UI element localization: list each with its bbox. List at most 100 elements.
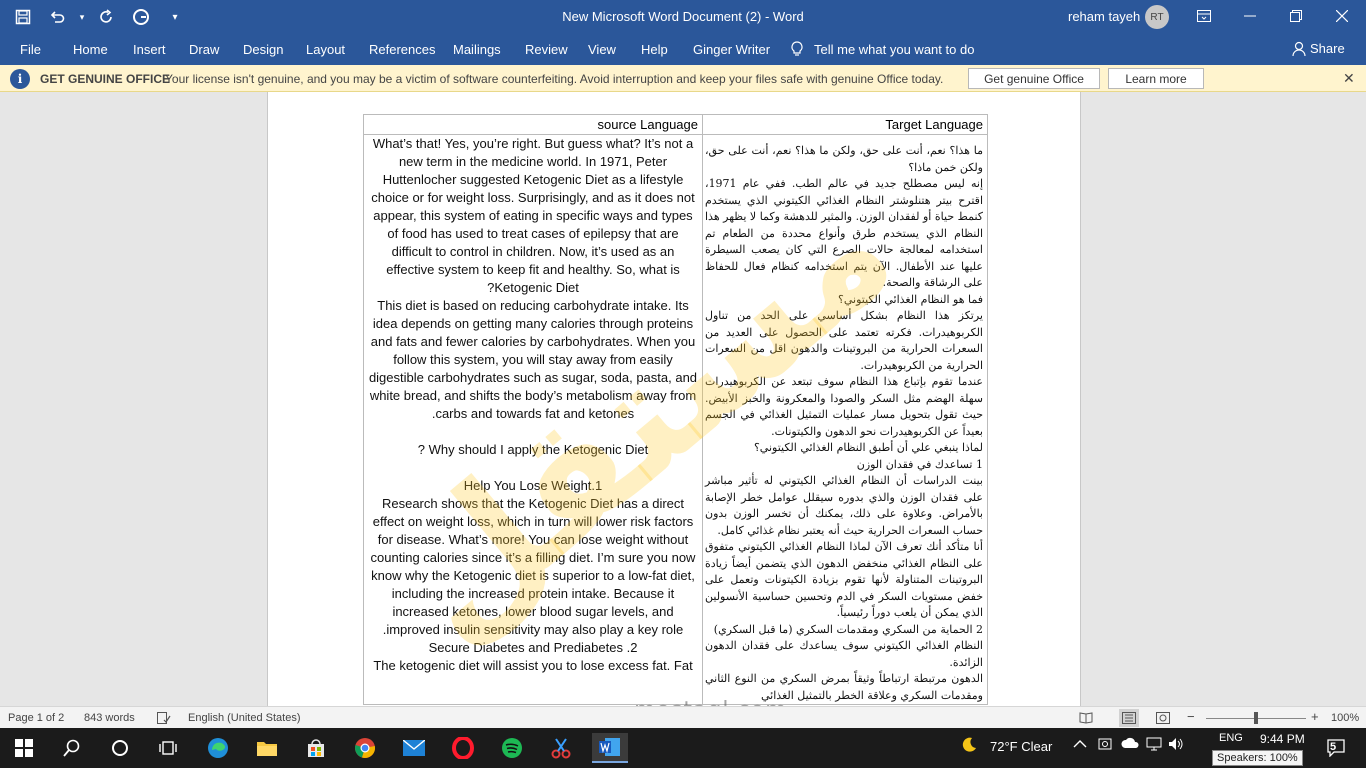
tab-draw[interactable]: Draw <box>189 42 219 57</box>
snipping-tool-icon[interactable] <box>543 733 579 763</box>
tab-insert[interactable]: Insert <box>133 42 166 57</box>
target-paragraph: النظام الغذائي الكيتوني سوف يساعدك على ف… <box>705 639 983 669</box>
source-paragraph: The ketogenic diet will assist you to lo… <box>373 658 693 673</box>
target-paragraph: ما هذا؟ نعم، أنت على حق، ولكن ما هذا؟ نع… <box>705 144 983 174</box>
clock-time[interactable]: 9:44 PM <box>1260 732 1305 746</box>
undo-dropdown-icon[interactable]: ▾ <box>76 2 88 32</box>
chrome-icon[interactable] <box>347 733 383 763</box>
share-button[interactable]: Share <box>1292 41 1345 56</box>
target-paragraph: إنه ليس مصطلح جديد في عالم الطب. ففي عام… <box>705 177 983 289</box>
infobar-message: Your license isn't genuine, and you may … <box>165 72 944 86</box>
proofing-icon[interactable] <box>157 712 171 727</box>
speaker-icon[interactable] <box>1168 736 1184 755</box>
tab-file[interactable]: File <box>20 42 41 57</box>
user-name[interactable]: reham tayeh <box>1068 9 1140 24</box>
tab-design[interactable]: Design <box>243 42 283 57</box>
document-page[interactable]: source Language Target Language What’s t… <box>267 92 1081 706</box>
zoom-level[interactable]: 100% <box>1331 712 1359 724</box>
target-paragraph: يرتكز هذا النظام بشكل أساسي على الحد من … <box>705 309 983 372</box>
network-icon[interactable] <box>1146 737 1162 754</box>
translation-table: source Language Target Language What’s t… <box>363 114 988 705</box>
share-label: Share <box>1310 41 1345 56</box>
source-paragraph <box>368 423 698 441</box>
header-source[interactable]: source Language <box>363 114 703 135</box>
weather-text[interactable]: 72°F Clear <box>990 739 1052 754</box>
task-view-icon[interactable] <box>150 733 186 763</box>
target-paragraph: لماذا ينبغي علي أن أطبق النظام الغذائي ا… <box>753 441 983 454</box>
notification-count: 5 <box>1330 741 1337 753</box>
microsoft-store-icon[interactable] <box>298 733 334 763</box>
page-count[interactable]: Page 1 of 2 <box>8 712 64 724</box>
opera-icon[interactable] <box>445 733 481 763</box>
input-language[interactable]: ENG <box>1219 732 1243 744</box>
learn-more-button[interactable]: Learn more <box>1108 68 1204 89</box>
tab-references[interactable]: References <box>369 42 435 57</box>
spotify-icon[interactable] <box>494 733 530 763</box>
source-heading: Secure Diabetes and Prediabetes .2 <box>428 640 638 655</box>
infobar-title: GET GENUINE OFFICE <box>40 72 171 86</box>
title-bar: ▾ ▾ New Microsoft Word Document (2) - Wo… <box>0 0 1366 34</box>
search-icon[interactable] <box>54 733 90 763</box>
source-paragraph <box>368 459 698 477</box>
notification-center-icon[interactable]: 5 <box>1318 733 1354 763</box>
read-mode-icon[interactable] <box>1079 712 1093 727</box>
tab-ginger-writer[interactable]: Ginger Writer <box>693 42 770 57</box>
close-icon[interactable] <box>1319 0 1365 32</box>
target-paragraph: أنا متأكد أنك تعرف الآن لماذا النظام الغ… <box>705 540 983 619</box>
target-paragraph: 1 تساعدك في فقدان الوزن <box>856 457 983 471</box>
zoom-slider-thumb[interactable] <box>1254 712 1258 724</box>
meet-now-icon[interactable] <box>1098 737 1112 754</box>
close-infobar-icon[interactable]: ✕ <box>1343 70 1355 87</box>
show-hidden-icons-icon[interactable] <box>1073 737 1087 752</box>
word-taskbar-icon[interactable] <box>592 733 628 763</box>
ribbon-tabs: File Home Insert Draw Design Layout Refe… <box>0 34 1366 65</box>
target-paragraph: فما هو النظام الغذائي الكيتوني؟ <box>838 292 983 306</box>
mail-icon[interactable] <box>396 733 432 763</box>
tab-mailings[interactable]: Mailings <box>453 42 501 57</box>
edge-icon[interactable] <box>200 733 236 763</box>
language-status[interactable]: English (United States) <box>188 712 301 724</box>
tell-me-text: Tell me what you want to do <box>814 41 975 57</box>
genuine-office-bar: i GET GENUINE OFFICE Your license isn't … <box>0 65 1366 92</box>
ginger-icon[interactable] <box>126 2 156 32</box>
customize-toolbar-icon[interactable]: ▾ <box>160 2 190 32</box>
print-layout-icon[interactable] <box>1119 709 1139 727</box>
get-genuine-office-button[interactable]: Get genuine Office <box>968 68 1100 89</box>
source-paragraph: This diet is based on reducing carbohydr… <box>368 298 698 421</box>
windows-start-icon[interactable] <box>6 733 42 763</box>
restore-icon[interactable] <box>1273 0 1319 32</box>
undo-icon[interactable] <box>42 2 72 32</box>
web-layout-icon[interactable] <box>1156 712 1170 727</box>
target-paragraph: الدهون مرتبطة ارتباطاً وثيقاً بمرض السكر… <box>705 672 983 702</box>
file-explorer-icon[interactable] <box>249 733 285 763</box>
quick-access-toolbar: ▾ ▾ <box>8 0 190 34</box>
onedrive-icon[interactable] <box>1121 737 1139 752</box>
save-icon[interactable] <box>8 2 38 32</box>
lightbulb-icon <box>791 41 803 56</box>
zoom-in-icon[interactable]: + <box>1311 709 1319 724</box>
tab-help[interactable]: Help <box>641 42 668 57</box>
moon-icon <box>960 736 978 757</box>
source-paragraph: Research shows that the Ketogenic Diet h… <box>370 496 696 637</box>
speakers-tooltip: Speakers: 100% <box>1212 750 1303 766</box>
word-count[interactable]: 843 words <box>84 712 135 724</box>
avatar[interactable]: RT <box>1145 5 1169 29</box>
minimize-icon[interactable] <box>1227 0 1273 32</box>
source-paragraph: What’s that! Yes, you’re right. But gues… <box>371 136 695 295</box>
redo-icon[interactable] <box>92 2 122 32</box>
tab-home[interactable]: Home <box>73 42 108 57</box>
person-icon <box>1292 41 1306 56</box>
tab-view[interactable]: View <box>588 42 616 57</box>
taskbar: 72°F Clear ENG 9:44 PM Speakers: 100% 5 <box>0 728 1366 768</box>
source-cell[interactable]: What’s that! Yes, you’re right. But gues… <box>363 134 703 705</box>
tab-layout[interactable]: Layout <box>306 42 345 57</box>
tab-review[interactable]: Review <box>525 42 568 57</box>
zoom-out-icon[interactable]: − <box>1187 709 1195 724</box>
header-target[interactable]: Target Language <box>702 114 988 135</box>
document-area: source Language Target Language What’s t… <box>0 92 1366 706</box>
cortana-icon[interactable] <box>102 733 138 763</box>
target-paragraph: عندما تقوم بإتباع هذا النظام سوف تبتعد ع… <box>705 375 983 438</box>
tell-me-search[interactable]: Tell me what you want to do <box>790 41 974 57</box>
ribbon-display-options-icon[interactable] <box>1181 0 1227 32</box>
target-cell[interactable]: ما هذا؟ نعم، أنت على حق، ولكن ما هذا؟ نع… <box>702 134 988 705</box>
